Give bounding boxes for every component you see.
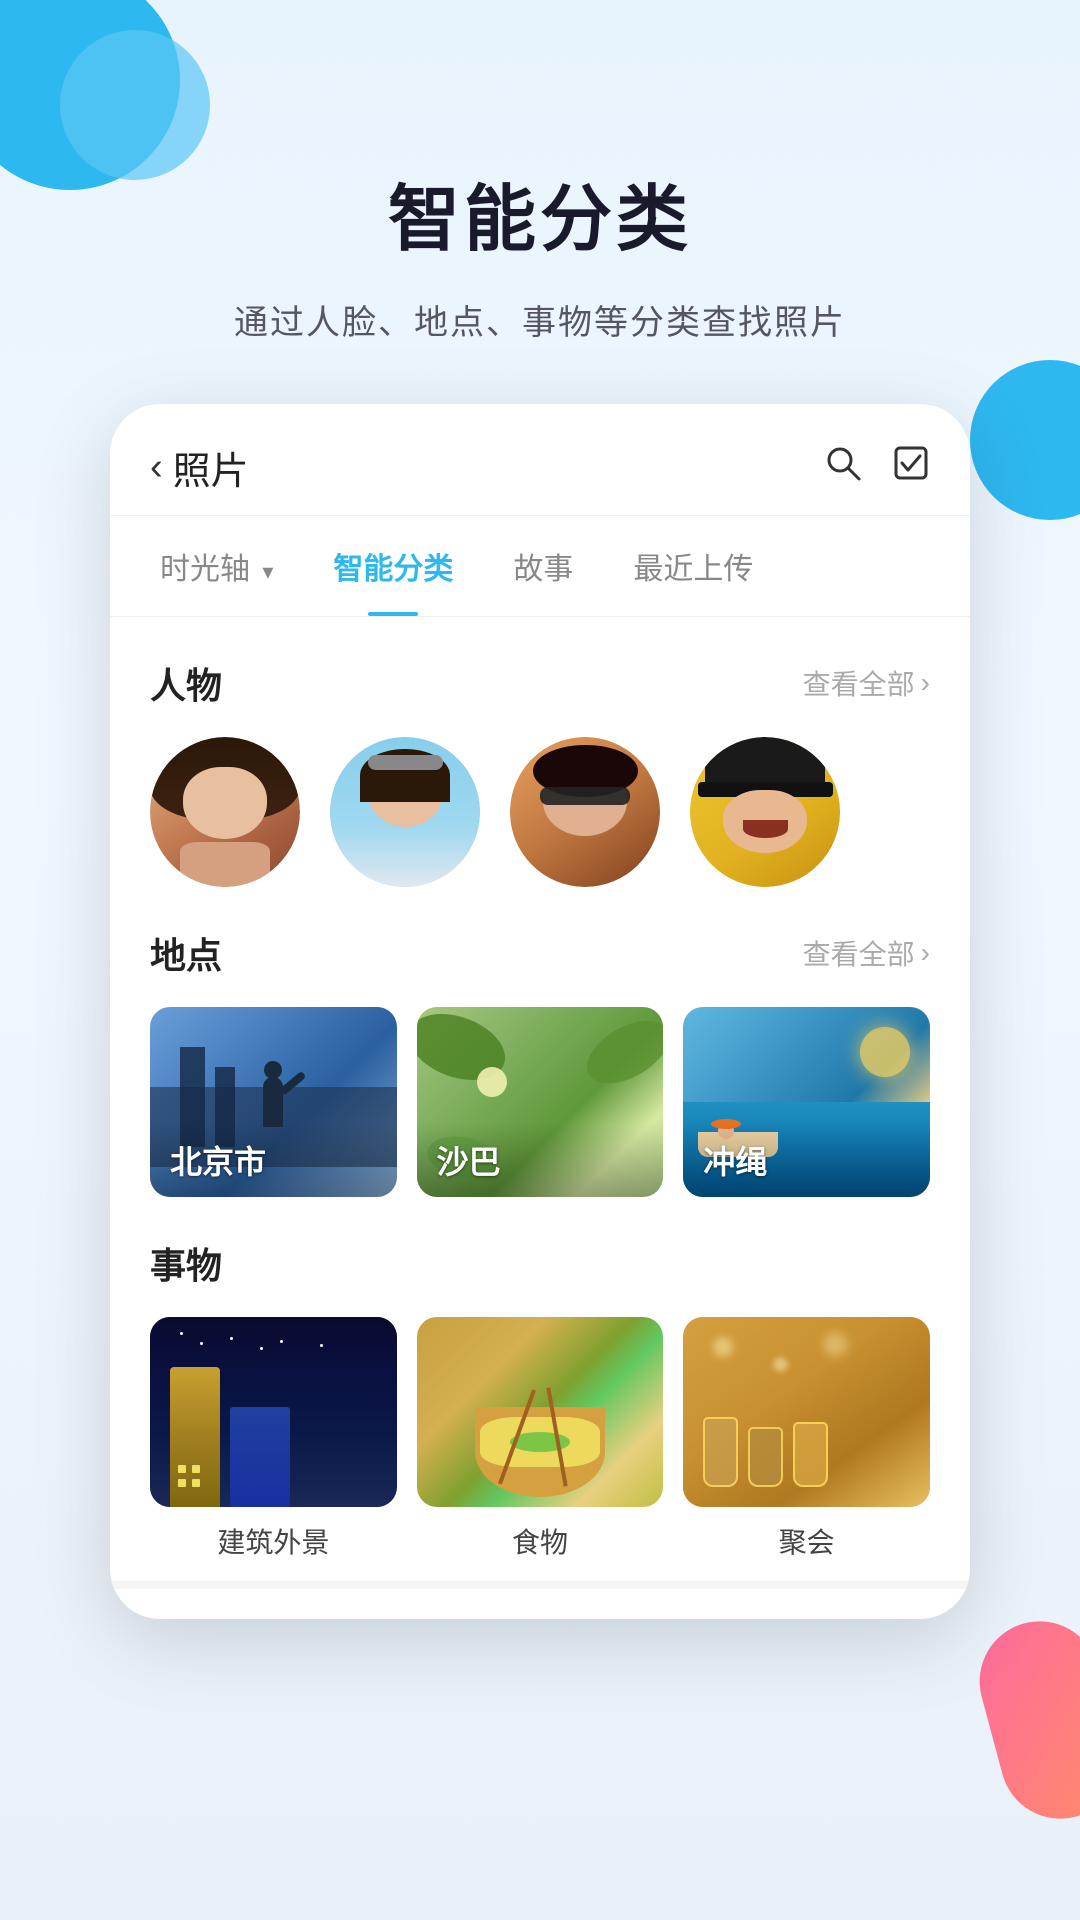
- place-card-okinawa[interactable]: 冲绳: [683, 1007, 930, 1197]
- places-section-title: 地点: [150, 927, 222, 979]
- people-view-all-label: 查看全部: [803, 663, 915, 703]
- select-icon[interactable]: [892, 444, 930, 492]
- places-view-all-arrow: ›: [921, 937, 930, 969]
- places-row: 北京市 沙巴: [150, 1007, 930, 1197]
- header-section: 智能分类 通过人脸、地点、事物等分类查找照片: [0, 0, 1080, 404]
- blob-bottom-right: [966, 1608, 1080, 1832]
- people-section-title: 人物: [150, 657, 222, 709]
- people-view-all-arrow: ›: [921, 667, 930, 699]
- thing-food-label: 食物: [512, 1521, 568, 1561]
- tab-timeline[interactable]: 时光轴 ▾: [130, 516, 303, 616]
- thing-card-wrapper-party: 聚会: [683, 1317, 930, 1561]
- thing-architecture-label: 建筑外景: [217, 1521, 329, 1561]
- thing-architecture-bg: [150, 1317, 397, 1507]
- things-section-header: 事物: [150, 1237, 930, 1289]
- person-avatar-4[interactable]: [690, 737, 840, 887]
- content-area: 人物 查看全部 ›: [110, 657, 970, 1561]
- thing-card-food[interactable]: [417, 1317, 664, 1507]
- tab-bar: 时光轴 ▾ 智能分类 故事 最近上传: [110, 516, 970, 617]
- nav-title: 照片: [173, 440, 249, 495]
- tab-recent-upload-label: 最近上传: [633, 553, 753, 586]
- tab-stories[interactable]: 故事: [483, 516, 603, 616]
- people-section: 人物 查看全部 ›: [150, 657, 930, 887]
- thing-card-wrapper-food: 食物: [417, 1317, 664, 1561]
- thing-party-label: 聚会: [779, 1521, 835, 1561]
- nav-icons: [824, 444, 930, 492]
- place-okinawa-label: 冲绳: [683, 1123, 930, 1197]
- places-section: 地点 查看全部 ›: [150, 927, 930, 1197]
- tab-smart-classify-label: 智能分类: [333, 553, 453, 586]
- place-saba-label: 沙巴: [417, 1123, 664, 1197]
- back-arrow-icon[interactable]: ‹: [150, 446, 163, 489]
- place-card-beijing[interactable]: 北京市: [150, 1007, 397, 1197]
- nav-bar: ‹ 照片: [110, 404, 970, 516]
- tab-stories-label: 故事: [513, 553, 573, 586]
- bottom-tab-hint: [110, 1581, 970, 1589]
- place-beijing-label: 北京市: [150, 1123, 397, 1197]
- thing-card-architecture[interactable]: [150, 1317, 397, 1507]
- thing-party-bg: [683, 1317, 930, 1507]
- phone-mockup: ‹ 照片 时光轴 ▾ 智能分类: [110, 404, 970, 1619]
- tab-recent-upload[interactable]: 最近上传: [603, 516, 783, 616]
- thing-card-wrapper-architecture: 建筑外景: [150, 1317, 397, 1561]
- things-section: 事物: [150, 1237, 930, 1561]
- sub-title: 通过人脸、地点、事物等分类查找照片: [0, 295, 1080, 344]
- thing-card-party[interactable]: [683, 1317, 930, 1507]
- thing-food-bg: [417, 1317, 664, 1507]
- tab-timeline-label: 时光轴: [160, 553, 250, 586]
- place-card-saba[interactable]: 沙巴: [417, 1007, 664, 1197]
- things-section-title: 事物: [150, 1237, 222, 1289]
- places-view-all-label: 查看全部: [803, 933, 915, 973]
- things-row: 建筑外景: [150, 1317, 930, 1561]
- people-section-header: 人物 查看全部 ›: [150, 657, 930, 709]
- places-view-all[interactable]: 查看全部 ›: [803, 933, 930, 973]
- person-avatar-1[interactable]: [150, 737, 300, 887]
- tab-smart-classify[interactable]: 智能分类: [303, 516, 483, 616]
- nav-back[interactable]: ‹ 照片: [150, 440, 249, 495]
- person-avatar-2[interactable]: [330, 737, 480, 887]
- person-avatar-3[interactable]: [510, 737, 660, 887]
- places-section-header: 地点 查看全部 ›: [150, 927, 930, 979]
- main-title: 智能分类: [0, 160, 1080, 265]
- people-row: [150, 737, 930, 887]
- search-icon[interactable]: [824, 444, 862, 492]
- people-view-all[interactable]: 查看全部 ›: [803, 663, 930, 703]
- tab-timeline-arrow: ▾: [262, 559, 273, 584]
